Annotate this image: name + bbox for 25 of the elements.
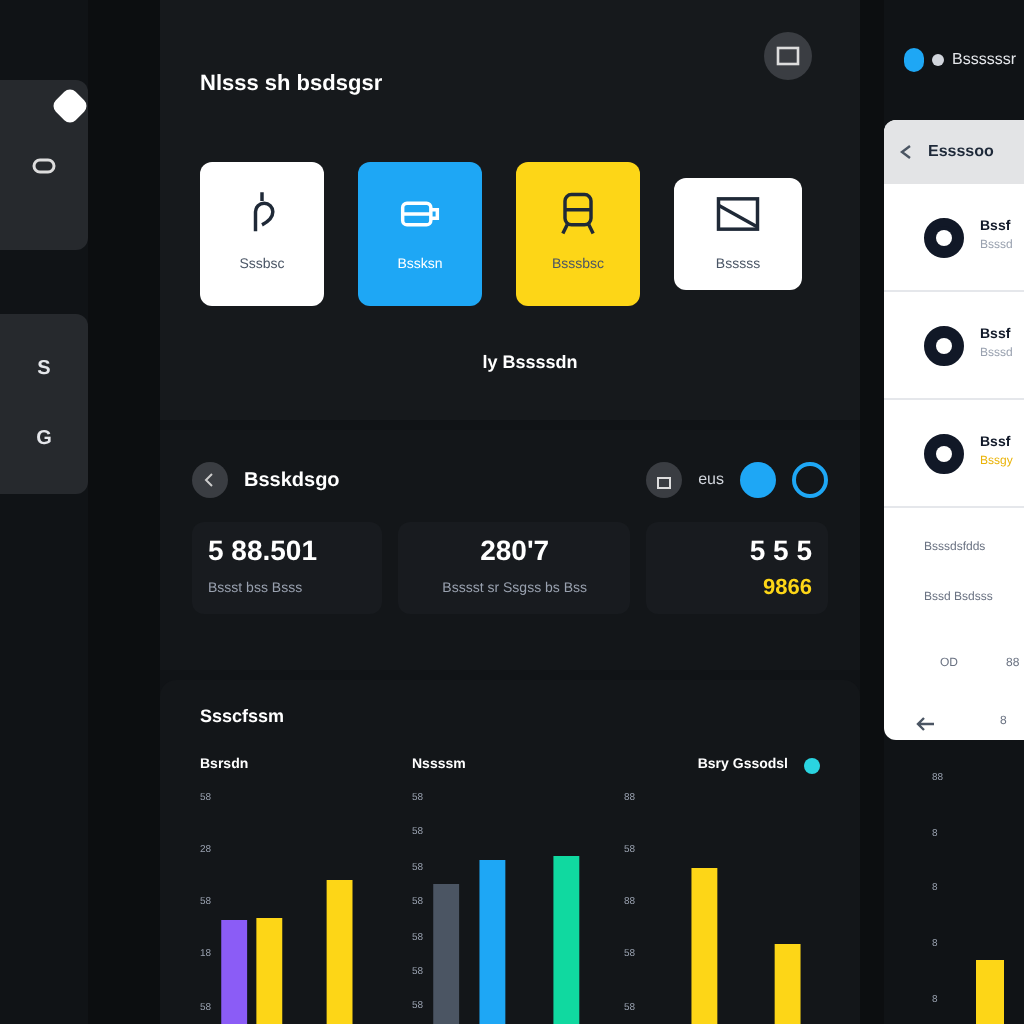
panel-header: Bssssssr bbox=[952, 48, 1016, 72]
item-icon bbox=[924, 433, 964, 473]
item-icon bbox=[924, 217, 964, 257]
stat-value: 5 88.501 bbox=[208, 532, 319, 570]
app-logo-icon bbox=[904, 48, 924, 72]
stat-caption: 9866 bbox=[763, 574, 812, 604]
item-icon bbox=[924, 325, 964, 365]
user-icon bbox=[932, 54, 944, 66]
back-icon bbox=[900, 144, 912, 160]
back-icon bbox=[192, 462, 228, 498]
footer-text: ly Bssssdn bbox=[482, 349, 578, 376]
side-label: G bbox=[36, 426, 52, 454]
back-arrow-icon bbox=[916, 715, 936, 731]
grid-icon bbox=[776, 44, 800, 68]
section-title: Bsskdsgo bbox=[244, 467, 340, 495]
side-label: S bbox=[37, 356, 51, 384]
grid-button[interactable] bbox=[764, 32, 812, 80]
stat-value: 280'7 bbox=[480, 532, 550, 570]
stat-value: 5 5 5 bbox=[749, 532, 812, 570]
section-title: Nlsss sh bsdsgsr bbox=[200, 70, 385, 100]
bar-chart-drawing bbox=[975, 960, 1004, 1024]
info-button[interactable] bbox=[792, 462, 828, 498]
chart-title: Ssscfssm bbox=[200, 704, 287, 730]
card-title: Essssoo bbox=[928, 140, 994, 164]
header-text: eus bbox=[698, 468, 724, 492]
